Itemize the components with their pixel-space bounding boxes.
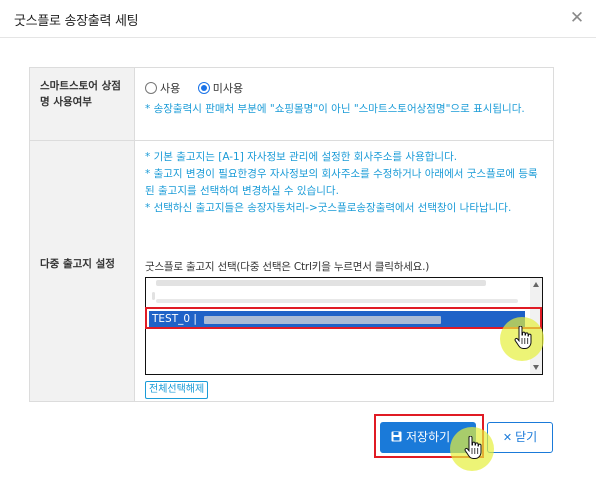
store-name-row: 스마트스토어 상점명 사용여부 사용 미사용 * 송장출력시 판매처 부분에 "…	[30, 68, 553, 141]
radio-use-label[interactable]: 사용	[160, 82, 180, 95]
warehouse-listbox[interactable]: TEST_0 |	[145, 277, 543, 375]
warehouse-note-3: * 선택하신 출고지들은 송장자동처리->굿스플로송장출력에서 선택창이 나타납…	[145, 202, 512, 214]
store-name-label: 스마트스토어 상점명 사용여부	[40, 80, 121, 108]
blurred-option-mark	[152, 292, 155, 300]
warehouse-select-label: 굿스플로 출고지 선택(다중 선택은 Ctrl키을 누르면서 클릭하세요.)	[145, 261, 430, 273]
warehouse-header: 다중 출고지 설정	[30, 141, 135, 401]
save-label: 저장하기	[406, 430, 451, 444]
dialog-header: 굿스플로 송장출력 세팅 ✕	[0, 0, 596, 38]
save-button[interactable]: 저장하기	[380, 422, 476, 453]
store-name-radio-group: 사용 미사용	[145, 80, 257, 96]
blurred-option[interactable]	[156, 299, 518, 303]
close-button[interactable]: ✕ 닫기	[487, 422, 553, 453]
radio-not-use[interactable]	[197, 82, 210, 94]
scroll-up-icon[interactable]	[533, 282, 539, 287]
close-icon[interactable]: ✕	[566, 7, 588, 29]
store-name-header: 스마트스토어 상점명 사용여부	[30, 68, 135, 140]
radio-use[interactable]	[145, 82, 157, 94]
warehouse-note-1: * 기본 출고지는 [A-1] 자사정보 관리에 설정한 회사주소를 사용합니다…	[145, 151, 458, 163]
blurred-address	[204, 316, 441, 324]
warehouse-note-2: * 출고지 변경이 필요한경우 자사정보의 회사주소를 수정하거나 아래에서 굿…	[145, 168, 538, 197]
selected-option-label: TEST_0 |	[152, 313, 197, 325]
scroll-down-icon[interactable]	[533, 365, 539, 370]
warehouse-row: 다중 출고지 설정 * 기본 출고지는 [A-1] 자사정보 관리에 설정한 회…	[30, 141, 553, 401]
store-name-note: * 송장출력시 판매처 부분에 "쇼핑몰명"이 아닌 "스마트스토어상점명"으로…	[145, 103, 525, 115]
selected-option[interactable]: TEST_0 |	[149, 311, 525, 328]
floppy-disk-icon	[391, 431, 402, 442]
dialog: 굿스플로 송장출력 세팅 ✕ 스마트스토어 상점명 사용여부 사용 미사용 * …	[0, 0, 596, 484]
warehouse-label: 다중 출고지 설정	[40, 258, 115, 270]
settings-table: 스마트스토어 상점명 사용여부 사용 미사용 * 송장출력시 판매처 부분에 "…	[29, 67, 554, 402]
warehouse-notes: * 기본 출고지는 [A-1] 자사정보 관리에 설정한 회사주소를 사용합니다…	[145, 149, 545, 217]
dialog-title: 굿스플로 송장출력 세팅	[14, 14, 139, 29]
close-label: 닫기	[515, 430, 538, 444]
radio-not-use-label[interactable]: 미사용	[213, 82, 243, 95]
listbox-scrollbar[interactable]	[530, 278, 542, 374]
deselect-all-button[interactable]: 전체선택해제	[145, 381, 209, 399]
x-icon: ✕	[502, 431, 513, 444]
blurred-option[interactable]	[156, 280, 486, 286]
